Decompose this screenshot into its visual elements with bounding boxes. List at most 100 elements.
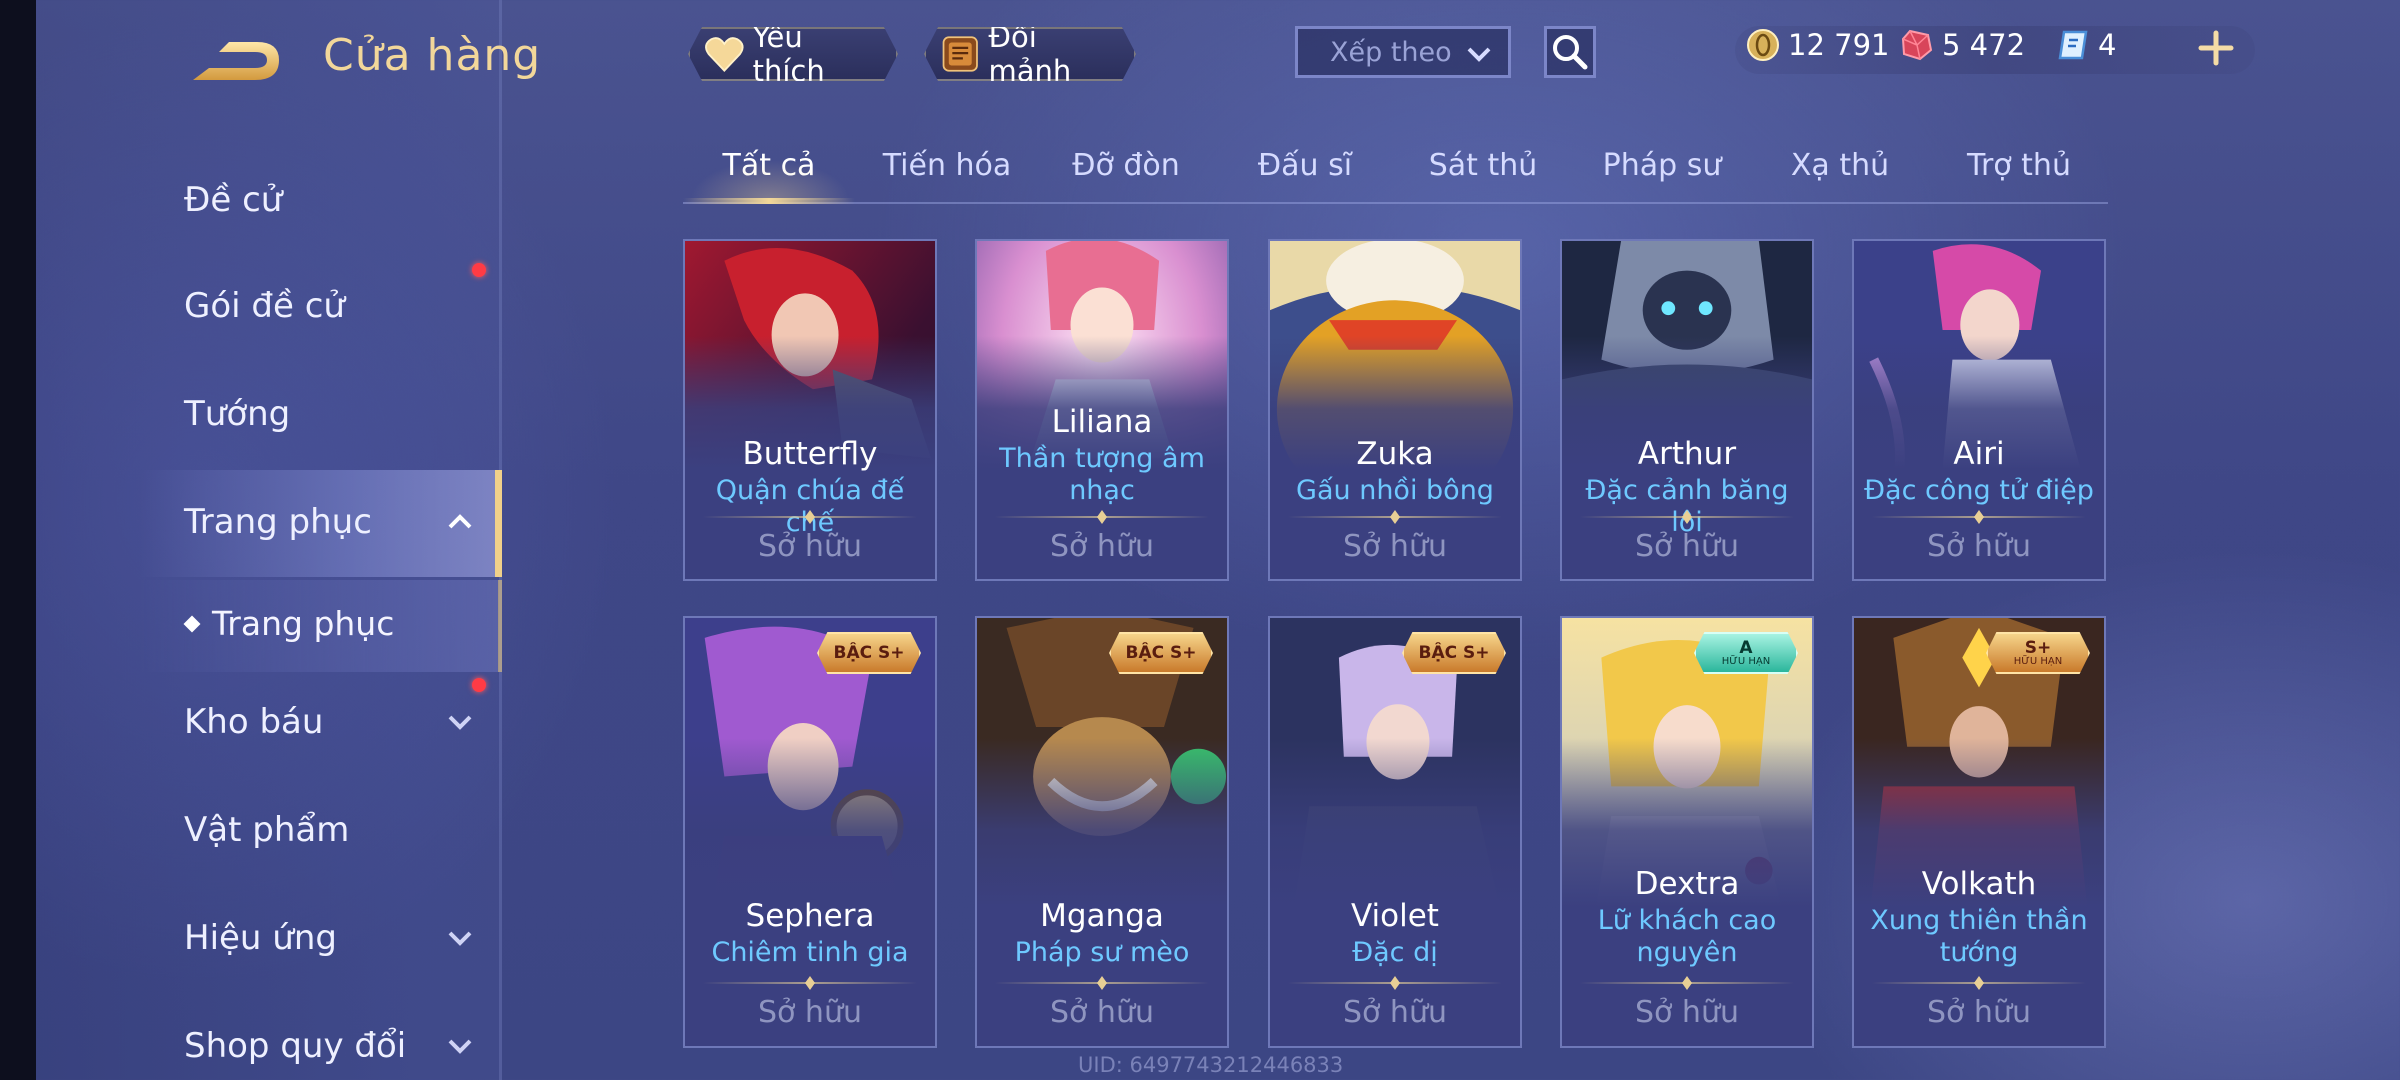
skin-name: Gấu nhồi bông [1296,475,1494,506]
notification-dot [472,263,486,277]
screen-edge [0,0,36,1080]
tab-tank[interactable]: Đỡ đòn [1072,148,1180,183]
treasure-book-icon [940,31,981,77]
hero-name: Dextra [1634,866,1740,902]
skin-card[interactable]: BẬC S+ Violet Đặc dị Sở hữu [1268,616,1522,1048]
badge-tier: BẬC S+ [833,642,905,663]
skin-card[interactable]: Airi Đặc công tử điệp Sở hữu [1852,239,2106,581]
badge-tier: A [1739,637,1753,658]
owned-status: Sở hữu [1635,529,1739,564]
tab-assassin[interactable]: Sát thủ [1429,148,1538,183]
chevron-down-icon [448,1039,472,1054]
skin-card[interactable]: BẬC S+ Sephera Chiêm tinh gia Sở hữu [683,616,937,1048]
owned-status: Sở hữu [1050,995,1154,1030]
skin-card[interactable]: Liliana Thần tượng âm nhạc Sở hữu [975,239,1229,581]
hero-name: Violet [1351,898,1439,934]
tab-warrior[interactable]: Đấu sĩ [1258,148,1352,183]
gem-balance: 5 472 [1900,28,2025,62]
tab-mage[interactable]: Pháp sư [1603,148,1722,183]
tier-badge: A HỮU HẠN [1694,632,1798,674]
gold-amount: 12 791 [1788,28,1890,62]
tab-active-glow [690,160,850,200]
sidebar-item-items[interactable]: Vật phẩm [184,790,500,870]
back-arrow-icon[interactable] [183,34,283,88]
user-id: UID: 6497743212446833 [1078,1053,1344,1077]
hero-name: Airi [1953,436,2005,472]
hero-name: Arthur [1637,436,1737,472]
chevron-down-icon [1467,47,1491,62]
favorites-button[interactable]: Yêu thích [688,27,898,81]
skin-card[interactable]: Zuka Gấu nhồi bông Sở hữu [1268,239,1522,581]
skin-card[interactable]: Butterfly Quận chúa đế chế Sở hữu [683,239,937,581]
search-button[interactable] [1544,26,1596,78]
sidebar-item-label: Tướng [184,394,291,434]
divider [1580,982,1794,984]
owned-status: Sở hữu [1343,995,1447,1030]
badge-tier: BẬC S+ [1125,642,1197,663]
divider [1288,516,1502,518]
sidebar-item-skins[interactable]: Trang phục [184,482,500,562]
red-gem-icon [1901,29,1933,61]
voucher-balance: 4 [2056,28,2116,62]
tier-badge: BẬC S+ [1402,632,1506,674]
skin-card[interactable]: Arthur Đặc cảnh băng lôi Sở hữu [1560,239,1814,581]
divider [1580,516,1794,518]
gold-balance: 12 791 [1746,28,1889,62]
badge-tier: S+ [2024,637,2052,658]
exchange-label: Đổi mảnh [988,20,1072,88]
voucher-amount: 4 [2098,28,2117,62]
sidebar-item-recommended[interactable]: Đề cử [184,160,500,240]
skin-name: Đặc công tử điệp [1864,475,2094,506]
tier-badge: BẬC S+ [817,632,921,674]
divider [995,516,1209,518]
skin-name: Xung thiên thần tướng [1870,905,2088,968]
sidebar-item-effects[interactable]: Hiệu ứng [184,898,500,978]
exchange-fragments-button[interactable]: Đổi mảnh [924,27,1136,81]
tier-badge: BẬC S+ [1109,632,1213,674]
sort-dropdown[interactable]: Xếp theo [1295,26,1511,78]
skin-card[interactable]: S+ HỮU HẠN Volkath Xung thiên thần tướng… [1852,616,2106,1048]
skin-name: Thần tượng âm nhạc [999,443,1205,506]
tab-marksman[interactable]: Xạ thủ [1791,148,1889,183]
sidebar-item-label: Vật phẩm [184,810,350,850]
sidebar-item-exchange-shop[interactable]: Shop quy đổi [184,1006,500,1080]
skin-card[interactable]: BẬC S+ Mganga Pháp sư mèo Sở hữu [975,616,1229,1048]
sidebar-item-label: Trang phục [184,502,372,542]
hero-name: Sephera [745,898,875,934]
tab-evolution[interactable]: Tiến hóa [883,148,1012,183]
sidebar-item-label: Kho báu [184,702,324,742]
divider [1872,982,2086,984]
search-icon [1553,35,1588,70]
chevron-down-icon [448,715,472,730]
hero-name: Mganga [1040,898,1164,934]
heart-icon [704,34,745,74]
chevron-up-icon [448,514,472,529]
sidebar-item-label: Hiệu ứng [184,918,337,958]
owned-status: Sở hữu [1927,529,2031,564]
favorites-label: Yêu thích [752,20,825,88]
hero-name: Liliana [1051,404,1153,440]
category-tabs: Tất cả Tiến hóa Đỡ đòn Đấu sĩ Sát thủ Ph… [683,140,2108,204]
owned-status: Sở hữu [758,995,862,1030]
sidebar-subitem-skins[interactable]: Trang phục [212,604,394,643]
sort-label: Xếp theo [1330,36,1452,68]
sidebar-item-heroes[interactable]: Tướng [184,374,500,454]
tier-badge: S+ HỮU HẠN [1986,632,2090,674]
page-title: Cửa hàng [323,30,542,81]
badge-limited: HỮU HẠN [2013,655,2063,667]
owned-status: Sở hữu [758,529,862,564]
plus-icon[interactable] [2198,30,2234,66]
sidebar-item-label: Gói đề cử [184,286,345,326]
divider [1288,982,1502,984]
tab-support[interactable]: Trợ thủ [1967,148,2071,183]
badge-limited: HỮU HẠN [1721,655,1771,667]
skin-card[interactable]: A HỮU HẠN Dextra Lữ khách cao nguyên Sở … [1560,616,1814,1048]
voucher-icon [2058,30,2088,60]
divider [703,516,917,518]
divider [703,982,917,984]
sidebar-item-treasure[interactable]: Kho báu [184,682,500,762]
skin-name: Đặc dị [1352,937,1438,968]
gem-amount: 5 472 [1942,28,2026,62]
sidebar-item-bundles[interactable]: Gói đề cử [184,266,500,346]
divider [1872,516,2086,518]
